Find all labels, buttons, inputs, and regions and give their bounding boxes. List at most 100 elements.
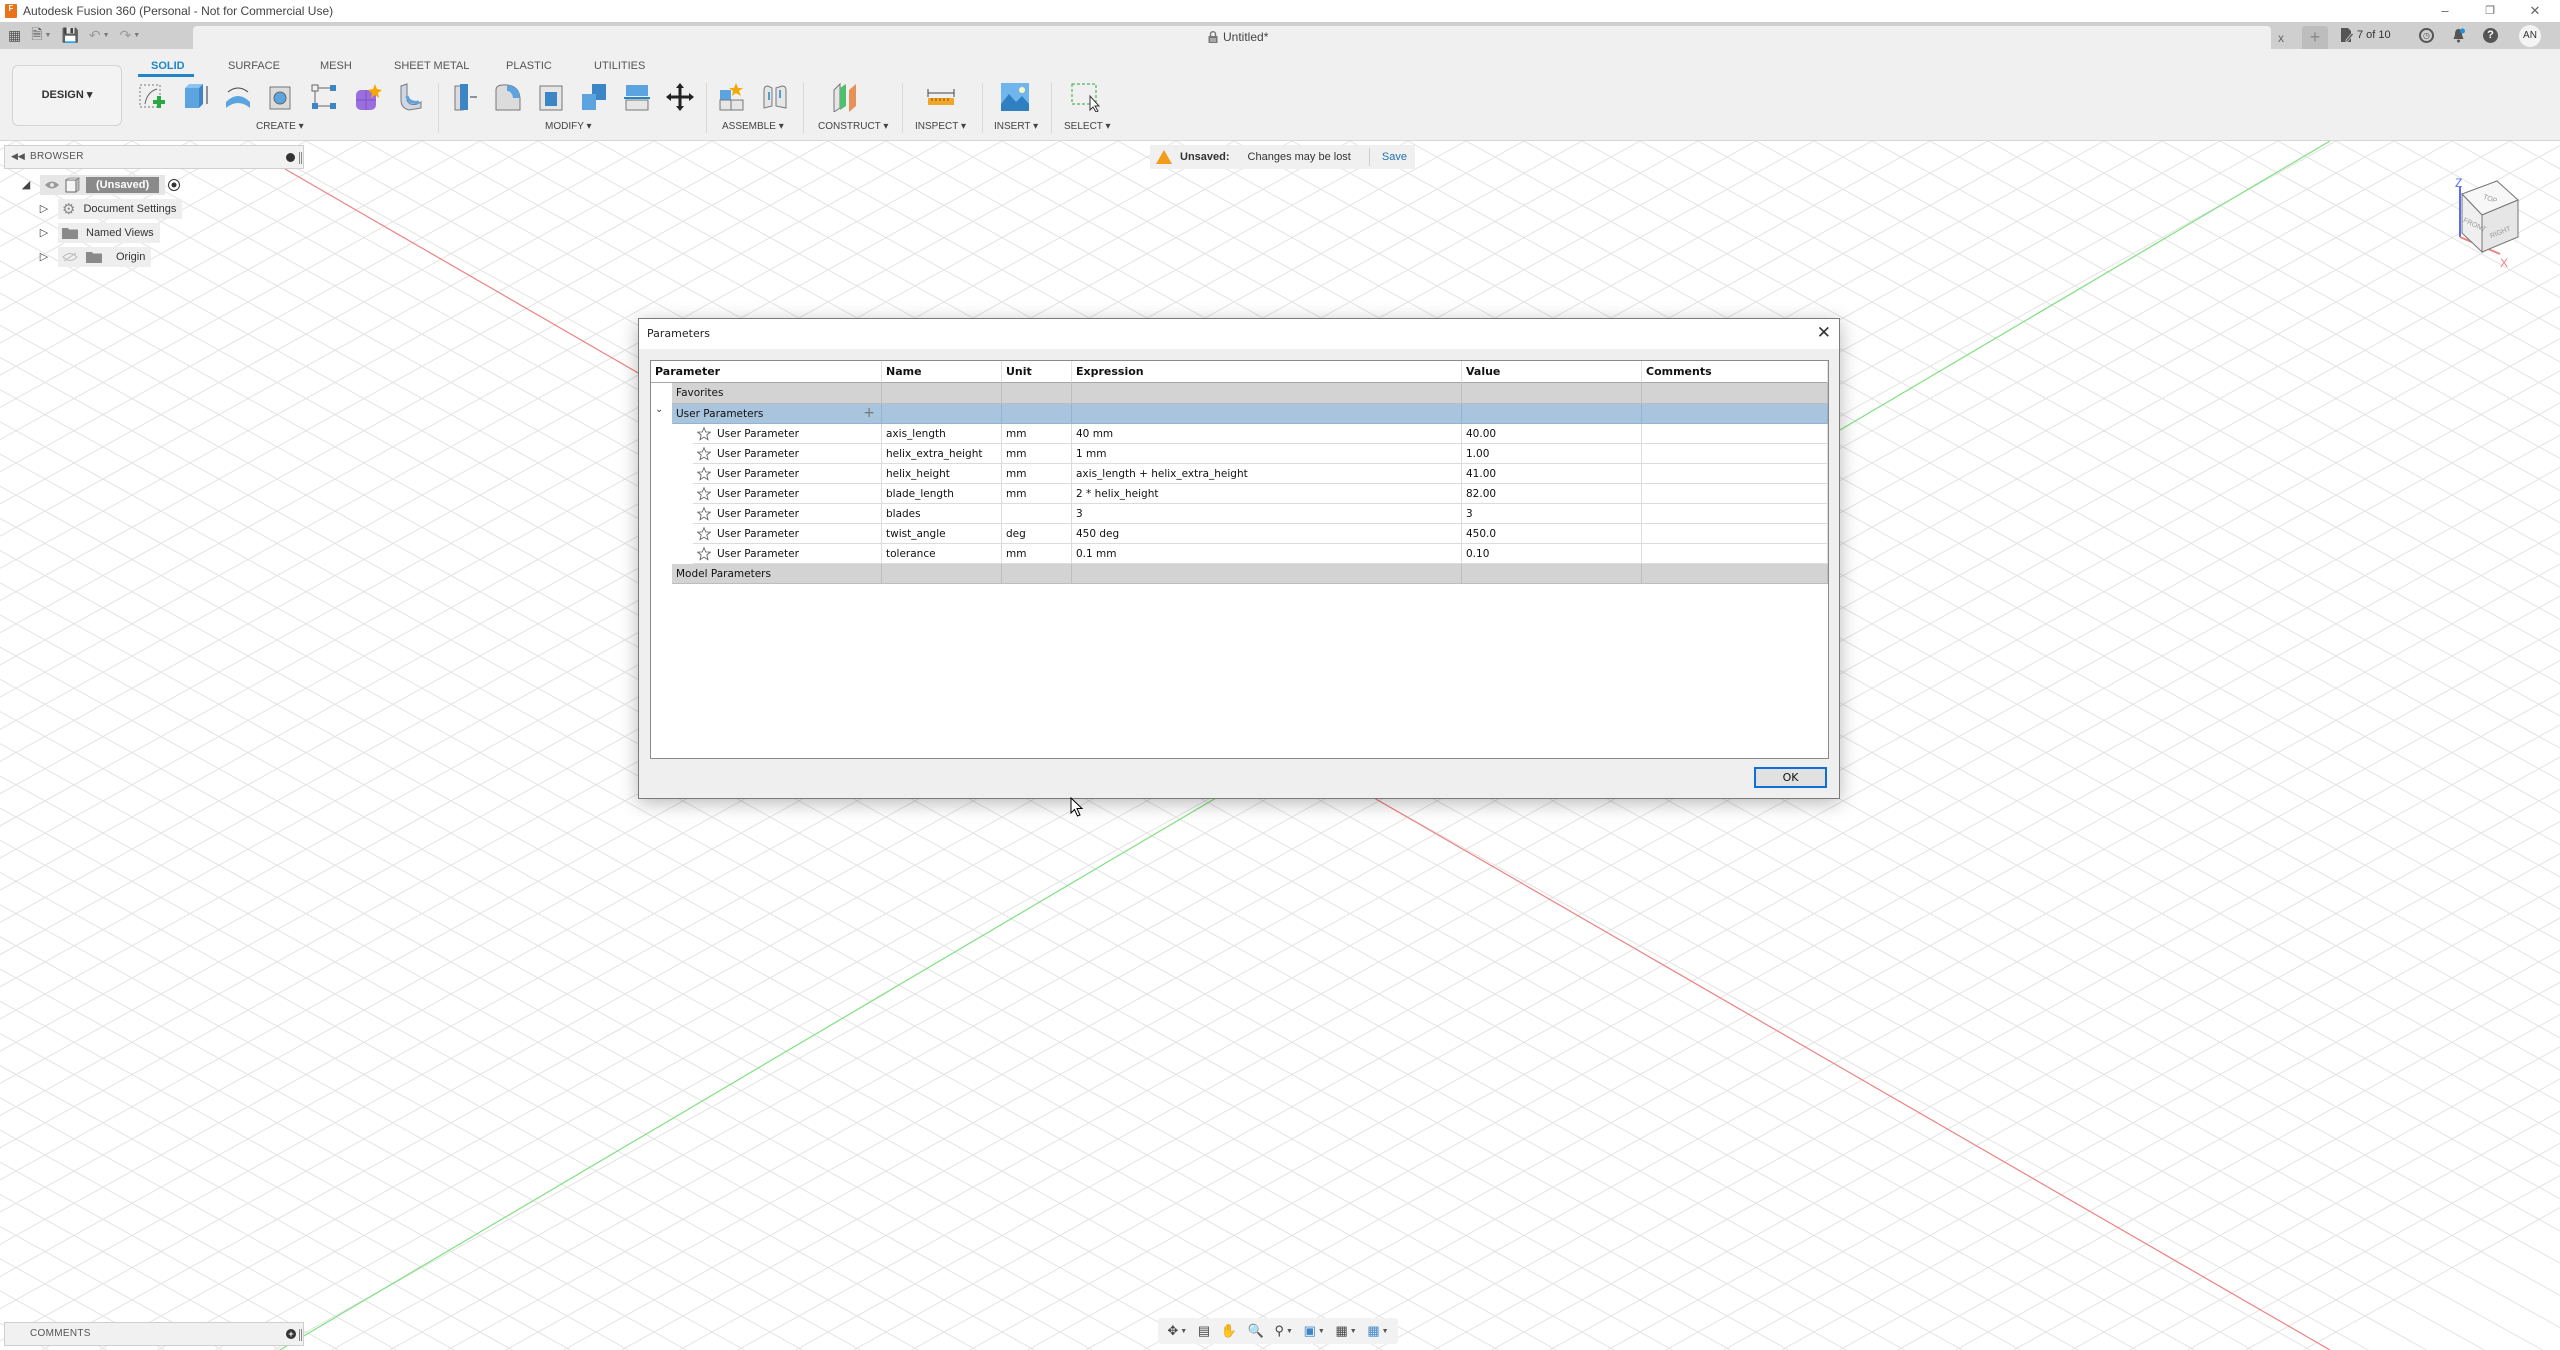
chevron-down-icon[interactable]: ⌄ — [655, 404, 663, 415]
window-select-icon[interactable] — [1070, 82, 1100, 112]
orbit-button[interactable]: ✥ ▼ — [1167, 1323, 1187, 1339]
pattern-icon[interactable] — [309, 82, 339, 112]
data-panel-grid-icon[interactable]: ▦ — [8, 27, 21, 44]
expand-triangle-icon[interactable]: ▷ — [38, 250, 50, 263]
hole-icon[interactable] — [266, 82, 296, 112]
expand-triangle-icon[interactable]: ▷ — [38, 202, 50, 215]
parameter-name-cell[interactable]: twist_angle — [882, 524, 1002, 544]
tab-sheet-metal[interactable]: SHEET METAL — [394, 60, 469, 72]
job-status-button[interactable]: 7 of 10 — [2340, 28, 2391, 42]
parameter-comments-cell[interactable] — [1642, 484, 1828, 504]
close-tab-button[interactable]: x — [2278, 31, 2284, 45]
grid-snaps-button[interactable]: ▦ ▼ — [1335, 1323, 1356, 1339]
favorites-group-row[interactable]: Favorites — [651, 383, 1828, 404]
browser-resize-handle[interactable] — [299, 152, 302, 164]
parameter-row[interactable]: User Parameter helix_height mm axis_length … — [651, 464, 1828, 484]
measure-icon[interactable] — [926, 82, 956, 112]
parameter-expression-cell[interactable]: axis_length + helix_extra_height — [1072, 464, 1462, 484]
browser-item-origin[interactable]: ▷ Origin — [38, 246, 152, 267]
browser-item-document-settings[interactable]: ▷ ⚙ Document Settings — [38, 198, 183, 219]
parameter-comments-cell[interactable] — [1642, 524, 1828, 544]
tab-plastic[interactable]: PLASTIC — [506, 60, 552, 72]
add-parameter-button[interactable]: + — [863, 405, 875, 421]
assemble-menu[interactable]: ASSEMBLE ▾ — [722, 121, 784, 132]
favorite-star-icon[interactable] — [697, 506, 711, 521]
create-sketch-icon[interactable] — [137, 82, 167, 112]
browser-root-node[interactable]: ◢ (Unsaved) — [20, 174, 181, 195]
parameter-comments-cell[interactable] — [1642, 444, 1828, 464]
derive-icon[interactable] — [395, 82, 425, 112]
parameter-comments-cell[interactable] — [1642, 504, 1828, 524]
user-parameters-group-row[interactable]: ⌄ User Parameters + — [651, 404, 1828, 424]
parameter-expression-cell[interactable]: 1 mm — [1072, 444, 1462, 464]
shell-icon[interactable] — [536, 82, 566, 112]
tab-mesh[interactable]: MESH — [320, 60, 352, 72]
browser-item-named-views[interactable]: ▷ Named Views — [38, 222, 160, 243]
new-component-icon[interactable] — [717, 82, 747, 112]
fit-button[interactable]: ⚲ ▼ — [1274, 1323, 1292, 1339]
parameter-expression-cell[interactable]: 40 mm — [1072, 424, 1462, 444]
fillet-icon[interactable] — [493, 82, 523, 112]
modify-menu[interactable]: MODIFY ▾ — [545, 121, 592, 132]
minimize-button[interactable]: – — [2430, 0, 2460, 22]
column-header-unit[interactable]: Unit — [1002, 361, 1072, 383]
joint-icon[interactable] — [760, 82, 790, 112]
comments-resize-handle[interactable] — [299, 1329, 302, 1341]
user-avatar[interactable]: AN — [2519, 25, 2541, 47]
file-menu-caret-icon[interactable]: ▼ — [45, 32, 52, 39]
pan-button[interactable]: ✋ — [1221, 1323, 1237, 1339]
save-link[interactable]: Save — [1382, 151, 1407, 163]
create-form-icon[interactable] — [352, 82, 382, 112]
look-at-button[interactable]: ▤ — [1198, 1323, 1210, 1339]
column-header-comments[interactable]: Comments — [1642, 361, 1828, 383]
favorite-star-icon[interactable] — [697, 546, 711, 561]
parameter-expression-cell[interactable]: 0.1 mm — [1072, 544, 1462, 564]
combine-icon[interactable] — [579, 82, 609, 112]
display-settings-button[interactable]: ▣ ▼ — [1304, 1323, 1325, 1339]
favorite-star-icon[interactable] — [697, 446, 711, 461]
press-pull-icon[interactable] — [450, 82, 480, 112]
split-body-icon[interactable] — [622, 82, 652, 112]
clock-icon[interactable]: ◷ — [2419, 28, 2434, 43]
favorite-star-icon[interactable] — [697, 526, 711, 541]
document-tab[interactable]: Untitled* x — [193, 26, 2284, 49]
restore-button[interactable]: ❐ — [2475, 0, 2505, 22]
favorite-star-icon[interactable] — [697, 486, 711, 501]
parameter-expression-cell[interactable]: 2 * helix_height — [1072, 484, 1462, 504]
viewports-button[interactable]: ▦ ▼ — [1367, 1323, 1388, 1339]
dialog-close-button[interactable]: ✕ — [1817, 323, 1831, 343]
column-header-expression[interactable]: Expression — [1072, 361, 1462, 383]
parameter-row[interactable]: User Parameter helix_extra_height mm 1 mm 1.… — [651, 444, 1828, 464]
column-header-parameter[interactable]: Parameter — [651, 361, 882, 383]
parameter-name-cell[interactable]: helix_extra_height — [882, 444, 1002, 464]
parameter-row[interactable]: User Parameter blade_length mm 2 * helix_he… — [651, 484, 1828, 504]
expand-triangle-icon[interactable]: ▷ — [38, 226, 50, 239]
parameter-row[interactable]: User Parameter tolerance mm 0.1 mm 0.10 — [651, 544, 1828, 564]
tab-utilities[interactable]: UTILITIES — [594, 60, 645, 72]
undo-icon[interactable]: ↶ — [89, 27, 101, 44]
favorite-star-icon[interactable] — [697, 426, 711, 441]
extrude-icon[interactable] — [180, 82, 210, 112]
collapse-triangle-icon[interactable]: ◢ — [20, 178, 32, 191]
insert-menu[interactable]: INSERT ▾ — [994, 121, 1038, 132]
save-icon[interactable]: 💾 — [61, 27, 78, 44]
browser-panel-header[interactable]: ◀◀ BROWSER — [4, 145, 304, 169]
notifications-bell-icon[interactable] — [2451, 28, 2466, 43]
dialog-title-bar[interactable]: Parameters ✕ — [639, 319, 1839, 349]
zoom-button[interactable]: 🔍 — [1248, 1323, 1264, 1339]
parameter-row[interactable]: User Parameter twist_angle deg 450 deg 450.0 — [651, 524, 1828, 544]
comments-panel-header[interactable]: COMMENTS + — [4, 1322, 304, 1346]
column-header-value[interactable]: Value — [1462, 361, 1642, 383]
favorite-star-icon[interactable] — [697, 466, 711, 481]
parameter-comments-cell[interactable] — [1642, 544, 1828, 564]
construct-menu[interactable]: CONSTRUCT ▾ — [818, 121, 888, 132]
collapse-browser-icon[interactable]: ◀◀ — [11, 151, 25, 162]
parameter-name-cell[interactable]: axis_length — [882, 424, 1002, 444]
browser-pin-icon[interactable] — [286, 153, 295, 162]
close-window-button[interactable]: ✕ — [2520, 0, 2550, 22]
redo-icon[interactable]: ↷ — [120, 27, 132, 44]
add-comment-icon[interactable]: + — [286, 1329, 296, 1339]
new-tab-button[interactable]: + — [2302, 26, 2328, 49]
tab-surface[interactable]: SURFACE — [228, 60, 280, 72]
create-menu[interactable]: CREATE ▾ — [256, 121, 304, 132]
